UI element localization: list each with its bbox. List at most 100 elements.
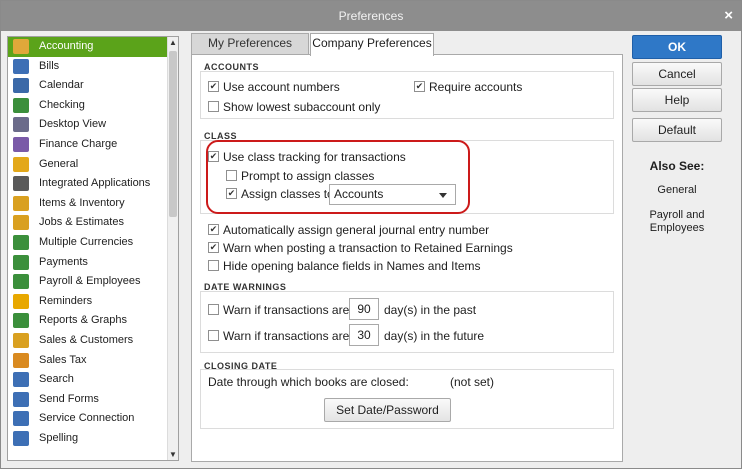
multiple-currencies-icon (13, 234, 29, 250)
items-inventory-icon (13, 195, 29, 211)
sidebar-item-label: Finance Charge (39, 137, 118, 150)
spelling-icon (13, 430, 29, 446)
payments-icon (13, 254, 29, 270)
warn-retained-earnings-label: Warn when posting a transaction to Retai… (223, 241, 513, 255)
sidebar-item[interactable]: Accounting (8, 37, 168, 57)
sidebar-item[interactable]: Reports & Graphs (8, 311, 168, 331)
payroll-employees-icon (13, 274, 29, 290)
sidebar-item-label: Reminders (39, 294, 93, 307)
desktop-view-icon (13, 117, 29, 133)
category-list: Accounting Bills Calendar Checking Desktop V… (8, 37, 168, 448)
reports-graphs-icon (13, 313, 29, 329)
hide-opening-balance-label: Hide opening balance fields in Names and… (223, 259, 481, 273)
sidebar-item-label: Reports & Graphs (39, 314, 128, 327)
assign-classes-to-checkbox[interactable]: ✔ (226, 188, 237, 199)
sidebar-item[interactable]: Bills (8, 57, 168, 77)
sidebar-item[interactable]: Items & Inventory (8, 194, 168, 214)
sidebar-item[interactable]: Multiple Currencies (8, 233, 168, 253)
sidebar-item[interactable]: Search (8, 370, 168, 390)
use-class-tracking-checkbox[interactable]: ✔ (208, 151, 219, 162)
sidebar-item[interactable]: Sales & Customers (8, 331, 168, 351)
warn-past-checkbox[interactable] (208, 304, 219, 315)
close-icon[interactable]: × (724, 7, 733, 24)
auto-assign-journal-checkbox[interactable]: ✔ (208, 224, 219, 235)
sidebar-item[interactable]: Desktop View (8, 115, 168, 135)
assign-classes-value: Accounts (334, 187, 384, 201)
sidebar-item[interactable]: Service Connection (8, 409, 168, 429)
sidebar-item[interactable]: Finance Charge (8, 135, 168, 155)
preferences-category-list[interactable]: Accounting Bills Calendar Checking Desktop V… (7, 36, 179, 461)
require-accounts-checkbox[interactable]: ✔ (414, 81, 425, 92)
sidebar-item[interactable]: Integrated Applications (8, 174, 168, 194)
scroll-thumb[interactable] (169, 51, 177, 217)
use-account-numbers-label: Use account numbers (223, 80, 340, 94)
sidebar-item-label: Service Connection (39, 412, 135, 425)
tab-my-preferences[interactable]: My Preferences (191, 33, 309, 54)
default-button[interactable]: Default (632, 118, 722, 142)
warn-future-label: Warn if transactions are (223, 329, 350, 343)
assign-classes-dropdown[interactable]: Accounts (329, 184, 456, 205)
sidebar-item[interactable]: Payments (8, 253, 168, 273)
sidebar-item-label: Sales Tax (39, 353, 87, 366)
sidebar-item-label: Payments (39, 255, 88, 268)
sidebar-item[interactable]: Payroll & Employees (8, 272, 168, 292)
sidebar-item[interactable]: Spelling (8, 429, 168, 449)
prompt-assign-classes-checkbox[interactable] (226, 170, 237, 181)
sidebar-item[interactable]: Calendar (8, 76, 168, 96)
show-lowest-subaccount-checkbox[interactable] (208, 101, 219, 112)
sidebar-item[interactable]: Reminders (8, 292, 168, 312)
date-warnings-group (200, 291, 614, 353)
integrated-apps-icon (13, 176, 29, 192)
finance-charge-icon (13, 136, 29, 152)
also-see-payroll-link[interactable]: Payroll and Employees (632, 209, 722, 235)
sidebar-scrollbar[interactable]: ▲ ▼ (167, 37, 178, 460)
scroll-down-icon[interactable]: ▼ (168, 449, 178, 460)
sidebar-item[interactable]: Jobs & Estimates (8, 213, 168, 233)
past-days-suffix: day(s) in the past (384, 303, 477, 317)
sidebar-item[interactable]: General (8, 155, 168, 175)
calendar-icon (13, 78, 29, 94)
help-button[interactable]: Help (632, 88, 722, 112)
sidebar-item-label: Desktop View (39, 118, 107, 131)
warn-future-checkbox[interactable] (208, 330, 219, 341)
closing-date-value: (not set) (450, 375, 495, 389)
use-class-tracking-label: Use class tracking for transactions (223, 150, 406, 164)
also-see-heading: Also See: (649, 159, 705, 173)
tab-company-preferences[interactable]: Company Preferences (310, 33, 434, 56)
sales-customers-icon (13, 332, 29, 348)
general-icon (13, 156, 29, 172)
prompt-assign-classes-label: Prompt to assign classes (241, 169, 375, 183)
sidebar-item[interactable]: Checking (8, 96, 168, 116)
bills-icon (13, 58, 29, 74)
preferences-window: Preferences × Accounting Bills Calendar Che… (0, 0, 742, 469)
checking-icon (13, 97, 29, 113)
past-days-input[interactable]: 90 (349, 298, 379, 320)
hide-opening-balance-checkbox[interactable] (208, 260, 219, 271)
sidebar-item-label: Jobs & Estimates (39, 216, 124, 229)
accounting-icon (13, 39, 29, 54)
sidebar-item-label: Search (39, 373, 74, 386)
also-see-general-link[interactable]: General (632, 184, 722, 196)
sidebar-item[interactable]: Send Forms (8, 390, 168, 410)
sidebar-item-label: Accounting (39, 40, 94, 52)
sidebar-item-label: Multiple Currencies (39, 235, 134, 248)
sidebar-item-label: Spelling (39, 431, 79, 444)
use-account-numbers-checkbox[interactable]: ✔ (208, 81, 219, 92)
chevron-down-icon (439, 193, 447, 198)
future-days-input[interactable]: 30 (349, 324, 379, 346)
warn-past-label: Warn if transactions are (223, 303, 350, 317)
scroll-up-icon[interactable]: ▲ (168, 37, 178, 48)
service-connection-icon (13, 411, 29, 427)
show-lowest-subaccount-label: Show lowest subaccount only (223, 100, 381, 114)
sidebar-item-label: Send Forms (39, 392, 99, 405)
send-forms-icon (13, 391, 29, 407)
title-bar[interactable]: Preferences × (1, 1, 741, 31)
warn-retained-earnings-checkbox[interactable]: ✔ (208, 242, 219, 253)
sidebar-item-label: Checking (39, 98, 85, 111)
sidebar-item[interactable]: Sales Tax (8, 351, 168, 371)
cancel-button[interactable]: Cancel (632, 62, 722, 86)
ok-button[interactable]: OK (632, 35, 722, 59)
set-date-password-button[interactable]: Set Date/Password (324, 398, 451, 422)
future-days-suffix: day(s) in the future (384, 329, 485, 343)
sidebar-item-label: Payroll & Employees (39, 275, 141, 288)
